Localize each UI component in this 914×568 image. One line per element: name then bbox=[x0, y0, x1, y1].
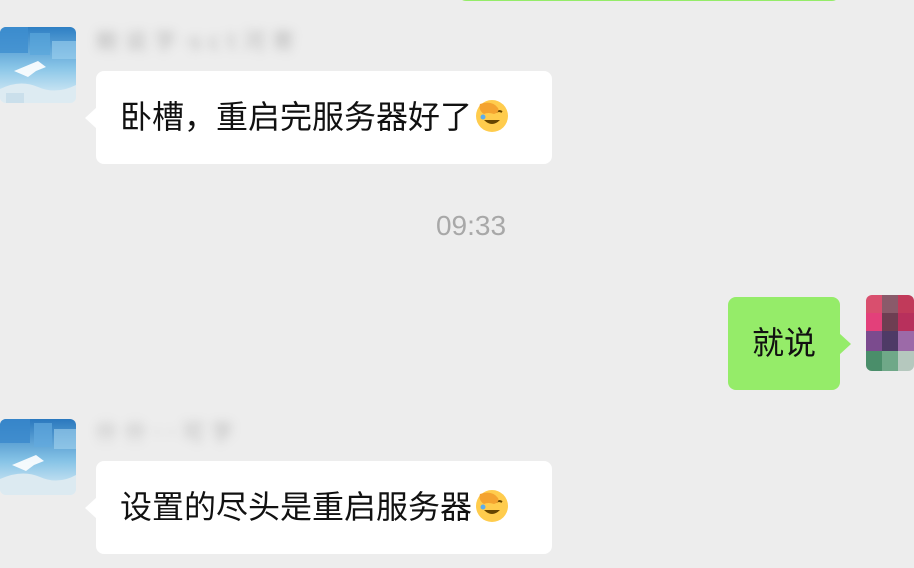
sender-name: 什 什 · · 可 字 bbox=[96, 421, 233, 446]
sender-name: 鲍 说 字 ·s c t 河 寄 bbox=[96, 30, 295, 55]
contact-avatar[interactable] bbox=[0, 419, 76, 495]
message-bubble-sent[interactable]: 就说 bbox=[728, 297, 851, 390]
message-bubble-received[interactable]: 卧槽，重启完服务器好了 bbox=[85, 71, 552, 164]
message-text: 卧槽，重启完服务器好了 bbox=[120, 98, 473, 136]
my-avatar[interactable] bbox=[866, 295, 914, 371]
facepalm-emoji-icon bbox=[474, 77, 510, 132]
message-text: 设置的尽头是重启服务器 bbox=[120, 488, 473, 526]
message-timestamp: 09:33 bbox=[435, 210, 507, 241]
previous-message-bubble-edge bbox=[458, 0, 840, 1]
contact-avatar[interactable] bbox=[0, 27, 76, 103]
message-text: 就说 bbox=[752, 324, 817, 362]
facepalm-emoji-icon bbox=[474, 467, 510, 522]
message-bubble-received[interactable]: 设置的尽头是重启服务器 bbox=[85, 461, 552, 554]
